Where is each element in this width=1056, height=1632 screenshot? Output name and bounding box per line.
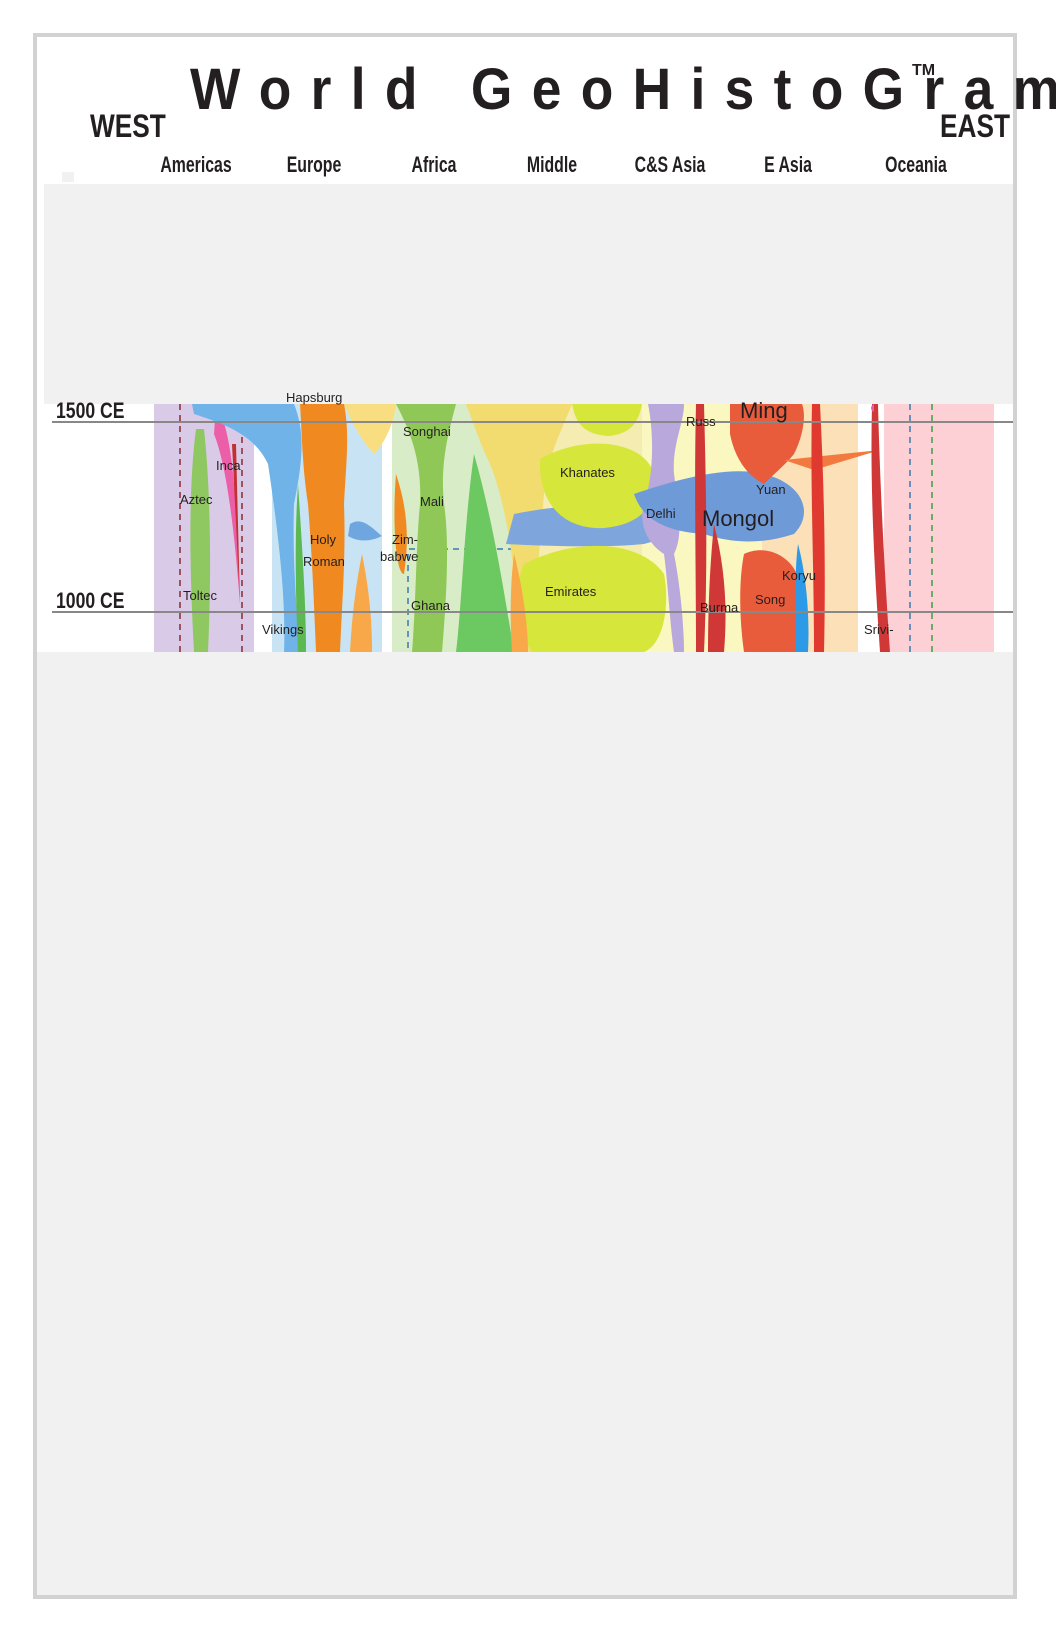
timeline-graphic xyxy=(52,404,1013,652)
label-russ: Russ xyxy=(686,414,716,429)
tick-marker xyxy=(62,172,74,182)
label-vikings: Vikings xyxy=(262,622,304,637)
label-koryu: Koryu xyxy=(782,568,816,583)
masked-area-top xyxy=(44,184,1013,404)
region-americas: Americas xyxy=(160,152,232,177)
label-aztec: Aztec xyxy=(180,492,213,507)
label-srivi: Srivi- xyxy=(864,622,894,637)
era-label-1500: 1500 CE xyxy=(56,398,125,423)
label-delhi: Delhi xyxy=(646,506,676,521)
label-holy: Holy xyxy=(310,532,337,547)
region-middle: Middle xyxy=(526,152,578,177)
west-label: WEST xyxy=(90,108,166,144)
oceania-band xyxy=(884,404,994,652)
label-hapsburg: Hapsburg xyxy=(286,390,343,405)
era-label-1000: 1000 CE xyxy=(56,588,125,613)
label-ghana: Ghana xyxy=(411,598,451,613)
region-africa: Africa xyxy=(411,152,457,177)
east-label: EAST xyxy=(940,108,1010,144)
region-cs-asia: C&S Asia xyxy=(634,152,706,177)
label-roman: Roman xyxy=(303,554,345,569)
label-burma: Burma xyxy=(700,600,739,615)
timeline-strip xyxy=(44,404,1013,652)
label-song: Song xyxy=(755,592,786,607)
trademark-mark: TM xyxy=(912,62,936,79)
region-europe: Europe xyxy=(286,152,342,177)
label-emirates: Emirates xyxy=(545,584,597,599)
masked-area-bottom xyxy=(37,652,1013,1595)
label-inca: Inca xyxy=(216,458,241,473)
label-toltec: Toltec xyxy=(183,588,217,603)
label-zim: Zim- xyxy=(392,532,418,547)
label-mali: Mali xyxy=(420,494,444,509)
region-oceania: Oceania xyxy=(885,152,947,177)
label-mongol: Mongol xyxy=(702,506,775,531)
label-songhai: Songhai xyxy=(403,424,451,439)
label-yuan: Yuan xyxy=(756,482,786,497)
label-khanates: Khanates xyxy=(560,465,615,480)
label-babwe: babwe xyxy=(380,549,419,564)
region-e-asia: E Asia xyxy=(764,152,812,177)
label-ming: Ming xyxy=(740,398,788,423)
